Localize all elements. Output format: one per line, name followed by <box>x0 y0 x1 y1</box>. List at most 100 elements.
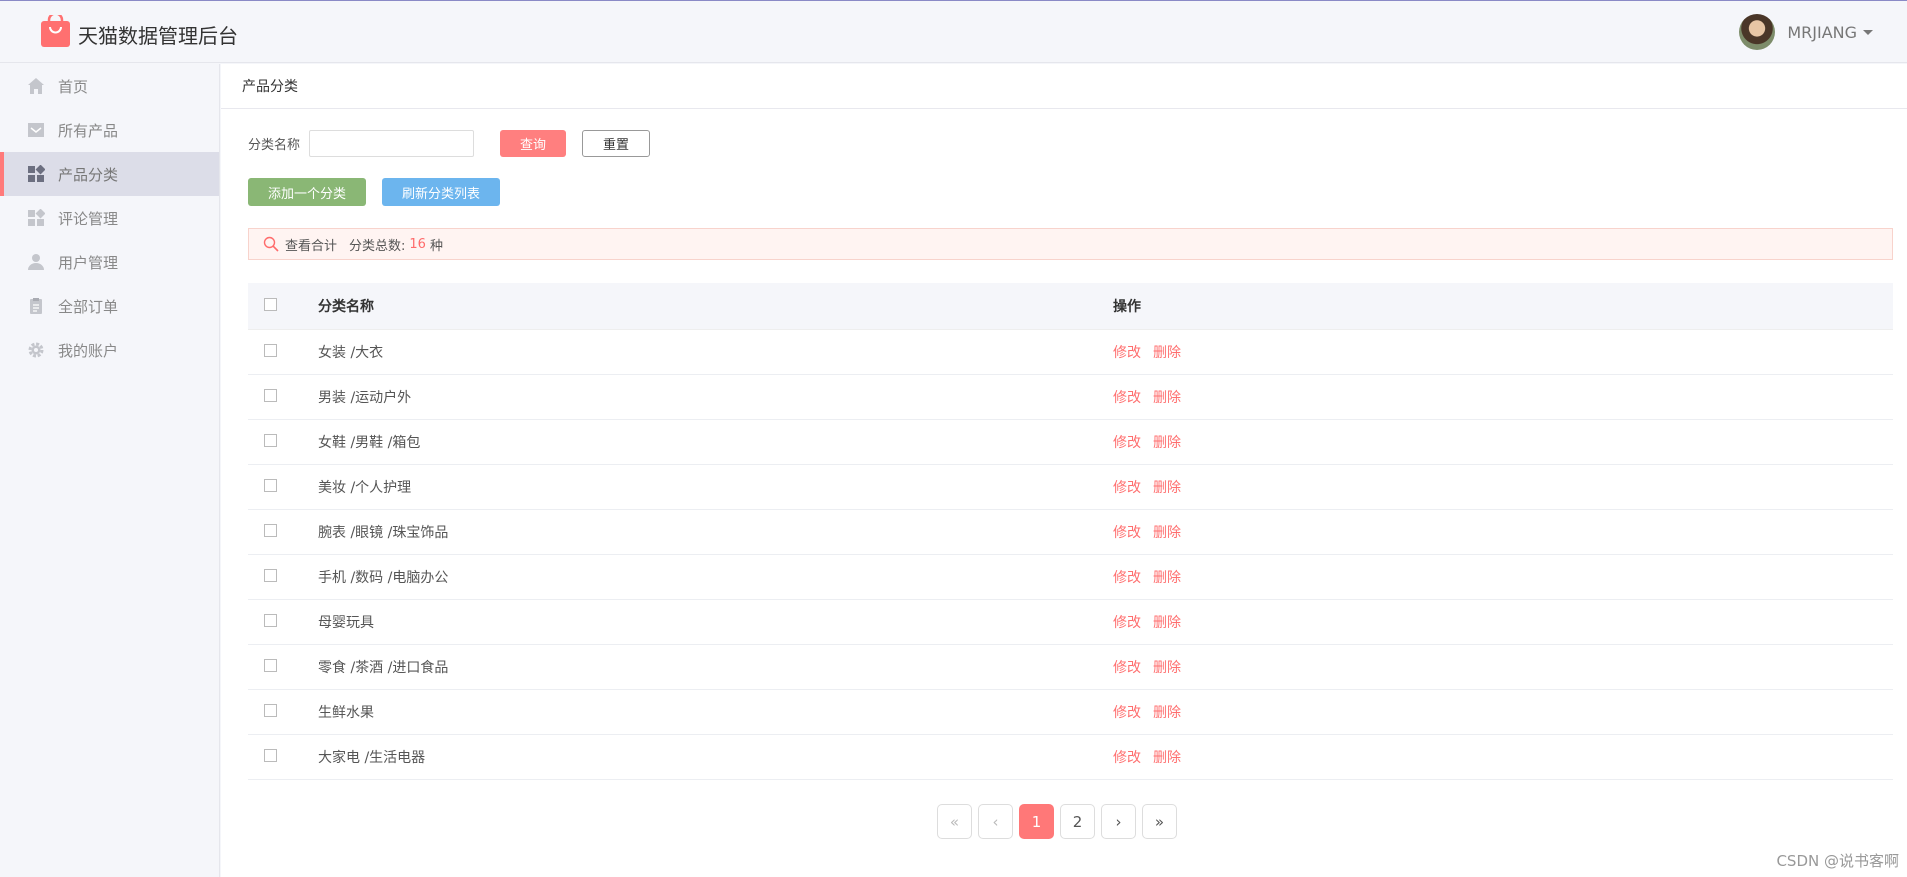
refresh-list-button[interactable]: 刷新分类列表 <box>382 178 500 206</box>
row-checkbox[interactable] <box>264 703 277 717</box>
category-name-cell: 母婴玩具 <box>318 615 374 631</box>
table-row: 女装 /大衣 修改 删除 <box>248 330 1893 375</box>
shopping-bag-icon <box>41 15 70 47</box>
row-checkbox[interactable] <box>264 388 277 402</box>
delete-link[interactable]: 删除 <box>1153 435 1181 451</box>
user-menu[interactable]: MRJIANG <box>1739 14 1873 50</box>
edit-link[interactable]: 修改 <box>1113 570 1141 586</box>
sidebar-item-users[interactable]: 用户管理 <box>0 240 219 284</box>
column-header-name: 分类名称 <box>318 299 374 315</box>
sidebar-item-label: 所有产品 <box>58 121 119 140</box>
row-checkbox[interactable] <box>264 433 277 447</box>
dashboard-icon <box>28 165 45 182</box>
add-category-button[interactable]: 添加一个分类 <box>248 178 366 206</box>
header: 天猫数据管理后台 MRJIANG <box>0 1 1907 63</box>
next-page-button[interactable]: › <box>1101 804 1136 839</box>
delete-link[interactable]: 删除 <box>1153 480 1181 496</box>
sidebar-item-label: 产品分类 <box>58 165 119 184</box>
sidebar-item-products[interactable]: 所有产品 <box>0 108 219 152</box>
summary-label: 查看合计 <box>285 238 338 254</box>
table-row: 美妆 /个人护理 修改 删除 <box>248 465 1893 510</box>
table-row: 女鞋 /男鞋 /箱包 修改 删除 <box>248 420 1893 465</box>
edit-link[interactable]: 修改 <box>1113 660 1141 676</box>
row-checkbox[interactable] <box>264 343 277 357</box>
app-title: 天猫数据管理后台 <box>78 24 238 48</box>
delete-link[interactable]: 删除 <box>1153 615 1181 631</box>
delete-link[interactable]: 删除 <box>1153 525 1181 541</box>
category-name-cell: 女鞋 /男鞋 /箱包 <box>318 435 421 451</box>
table-row: 手机 /数码 /电脑办公 修改 删除 <box>248 555 1893 600</box>
category-name-cell: 零食 /茶酒 /进口食品 <box>318 660 449 676</box>
home-icon <box>28 78 44 94</box>
select-all-checkbox[interactable] <box>264 297 277 311</box>
avatar[interactable] <box>1739 14 1776 50</box>
sidebar-item-label: 评论管理 <box>58 209 119 228</box>
page-2-button[interactable]: 2 <box>1060 804 1095 839</box>
table-row: 零食 /茶酒 /进口食品 修改 删除 <box>248 645 1893 690</box>
table-row: 生鲜水果 修改 删除 <box>248 690 1893 735</box>
sidebar-item-categories[interactable]: 产品分类 <box>0 152 219 196</box>
row-checkbox[interactable] <box>264 478 277 492</box>
sidebar-item-label: 首页 <box>58 77 89 96</box>
summary-count-label: 分类总数: <box>349 238 406 254</box>
main-content: 产品分类 分类名称 查询 重置 添加一个分类 刷新分类列表 查看合计 分类总数:… <box>221 64 1907 877</box>
category-name-cell: 腕表 /眼镜 /珠宝饰品 <box>318 525 449 541</box>
row-checkbox[interactable] <box>264 748 277 762</box>
category-name-input[interactable] <box>309 130 475 157</box>
row-checkbox[interactable] <box>264 658 277 672</box>
sidebar-item-home[interactable]: 首页 <box>0 64 219 108</box>
edit-link[interactable]: 修改 <box>1113 345 1141 361</box>
table-row: 腕表 /眼镜 /珠宝饰品 修改 删除 <box>248 510 1893 555</box>
first-page-button[interactable]: « <box>937 804 972 839</box>
delete-link[interactable]: 删除 <box>1153 660 1181 676</box>
category-table: 分类名称 操作 女装 /大衣 修改 删除 男装 /运动户外 修改 删除 女鞋 /男鞋 /箱包… <box>248 283 1893 780</box>
edit-link[interactable]: 修改 <box>1113 750 1141 766</box>
action-row: 添加一个分类 刷新分类列表 <box>248 178 500 206</box>
sidebar-item-account[interactable]: 我的账户 <box>0 328 219 372</box>
edit-link[interactable]: 修改 <box>1113 615 1141 631</box>
sidebar-item-label: 我的账户 <box>58 341 119 360</box>
summary-bar: 查看合计 分类总数: 16 种 <box>248 228 1893 260</box>
table-body: 女装 /大衣 修改 删除 男装 /运动户外 修改 删除 女鞋 /男鞋 /箱包 修改 删除 美妆 /… <box>248 330 1893 780</box>
category-name-cell: 男装 /运动户外 <box>318 390 412 406</box>
category-name-cell: 美妆 /个人护理 <box>318 480 412 496</box>
sidebar-item-label: 全部订单 <box>58 297 119 316</box>
filter-row: 分类名称 查询 重置 <box>248 130 651 157</box>
page-1-button[interactable]: 1 <box>1019 804 1054 839</box>
column-header-ops: 操作 <box>1113 299 1141 315</box>
edit-link[interactable]: 修改 <box>1113 480 1141 496</box>
reset-button[interactable]: 重置 <box>582 130 651 157</box>
sidebar-item-orders[interactable]: 全部订单 <box>0 284 219 328</box>
sidebar-item-label: 用户管理 <box>58 253 119 272</box>
delete-link[interactable]: 删除 <box>1153 570 1181 586</box>
delete-link[interactable]: 删除 <box>1153 345 1181 361</box>
edit-link[interactable]: 修改 <box>1113 435 1141 451</box>
edit-link[interactable]: 修改 <box>1113 525 1141 541</box>
search-icon <box>263 236 279 252</box>
pagination: « ‹ 1 2 › » <box>937 804 1183 839</box>
username[interactable]: MRJIANG <box>1787 23 1857 42</box>
category-name-cell: 生鲜水果 <box>318 705 374 721</box>
watermark: CSDN @说书客啊 <box>1776 852 1899 870</box>
row-checkbox[interactable] <box>264 568 277 582</box>
table-row: 大家电 /生活电器 修改 删除 <box>248 735 1893 780</box>
row-checkbox[interactable] <box>264 523 277 537</box>
delete-link[interactable]: 删除 <box>1153 390 1181 406</box>
edit-link[interactable]: 修改 <box>1113 705 1141 721</box>
summary-unit: 种 <box>429 238 443 254</box>
sidebar-item-reviews[interactable]: 评论管理 <box>0 196 219 240</box>
edit-link[interactable]: 修改 <box>1113 390 1141 406</box>
prev-page-button[interactable]: ‹ <box>978 804 1013 839</box>
caret-down-icon[interactable] <box>1863 29 1873 35</box>
breadcrumb: 产品分类 <box>221 64 1907 109</box>
category-name-cell: 女装 /大衣 <box>318 345 384 361</box>
row-checkbox[interactable] <box>264 613 277 627</box>
delete-link[interactable]: 删除 <box>1153 750 1181 766</box>
table-header: 分类名称 操作 <box>248 283 1893 330</box>
category-name-cell: 大家电 /生活电器 <box>318 750 426 766</box>
query-button[interactable]: 查询 <box>500 130 567 157</box>
delete-link[interactable]: 删除 <box>1153 705 1181 721</box>
last-page-button[interactable]: » <box>1142 804 1177 839</box>
category-name-label: 分类名称 <box>248 138 301 153</box>
sidebar: 首页 所有产品 产品分类 评论管理 用户管理 全部订单 我的账户 <box>0 64 220 877</box>
